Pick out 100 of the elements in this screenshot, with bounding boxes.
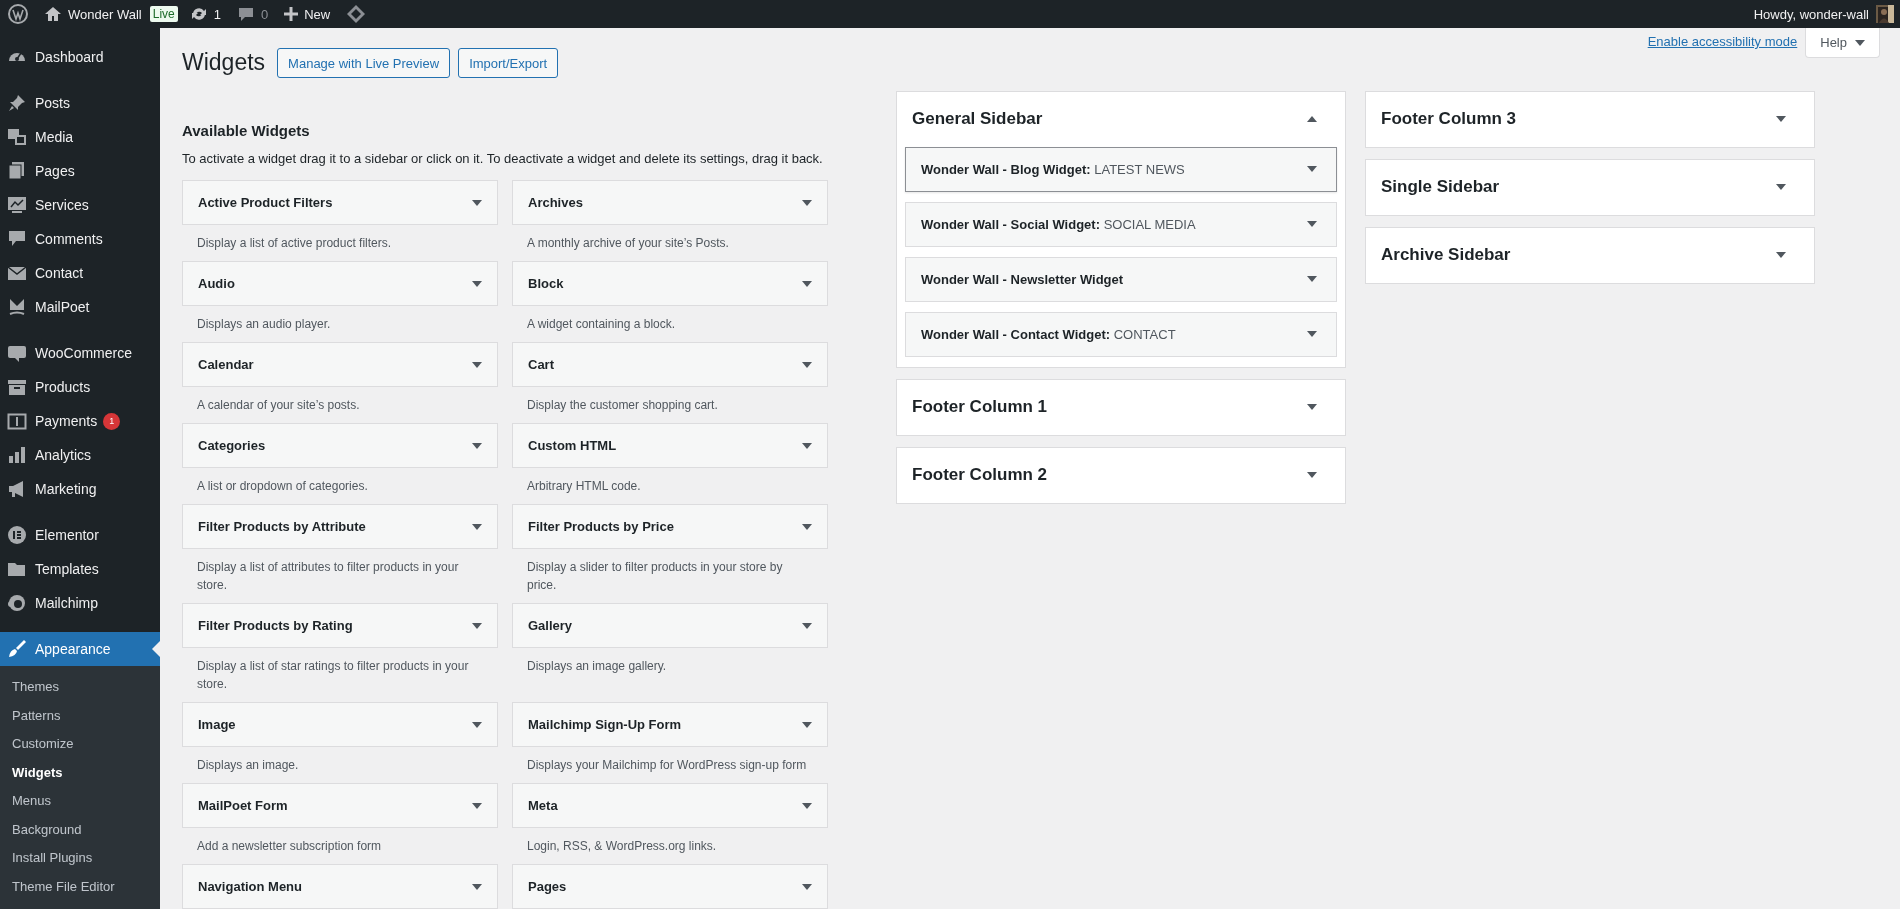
caret-icon xyxy=(802,622,812,629)
live-badge: Live xyxy=(149,6,178,22)
widget-item[interactable]: Pages xyxy=(512,864,828,909)
widget-item[interactable]: Categories xyxy=(182,423,498,468)
monitor-chart-icon xyxy=(7,195,27,215)
widget-item[interactable]: Mailchimp Sign-Up Form xyxy=(512,702,828,747)
comments-link[interactable]: 0 xyxy=(228,0,277,28)
monkey-head-icon xyxy=(7,593,27,613)
caret-icon xyxy=(1307,116,1317,123)
menu-item[interactable]: Services xyxy=(0,188,160,222)
plus-icon xyxy=(284,7,299,21)
widget-item[interactable]: Navigation Menu xyxy=(182,864,498,909)
submenu-item[interactable]: Widgets xyxy=(0,758,160,787)
widget-item[interactable]: Meta xyxy=(512,783,828,828)
caret-icon xyxy=(1776,252,1786,259)
sidebar-header[interactable]: Footer Column 1 xyxy=(897,379,1345,435)
widget-description: A widget containing a block. xyxy=(526,316,677,333)
caret-icon xyxy=(472,361,482,368)
widget-item[interactable]: Active Product Filters xyxy=(182,180,498,225)
submenu-item[interactable]: Themes xyxy=(0,673,160,702)
speech-bubble-icon xyxy=(236,6,255,22)
refresh-icon xyxy=(189,6,208,22)
caret-icon xyxy=(1776,116,1786,123)
menu-item[interactable]: Dashboard xyxy=(0,40,160,74)
widget-description: Displays an image gallery. xyxy=(526,658,668,675)
new-content-link[interactable]: New xyxy=(276,0,339,28)
menu-item[interactable]: MailPoet xyxy=(0,290,160,324)
dollar-card-icon xyxy=(7,411,27,431)
caret-icon xyxy=(802,442,812,449)
menu-item[interactable]: Appearance xyxy=(0,632,160,666)
widget-item[interactable]: Gallery xyxy=(512,603,828,648)
sidebar-header[interactable]: Footer Column 3 xyxy=(1366,91,1814,147)
menu-item[interactable]: Mailchimp xyxy=(0,586,160,620)
pushpin-icon xyxy=(7,93,27,113)
widget-description: Displays your Mailchimp for WordPress sign-up form xyxy=(526,757,808,774)
accessibility-link[interactable]: Enable accessibility mode xyxy=(1647,34,1798,49)
submenu-item[interactable]: Theme File Editor xyxy=(0,872,160,901)
caret-icon xyxy=(802,280,812,287)
menu-item[interactable]: Contact xyxy=(0,256,160,290)
submenu-item[interactable]: Customize xyxy=(0,730,160,759)
caret-icon xyxy=(1307,472,1317,479)
widget-item[interactable]: Wonder Wall - Social Widget: SOCIAL MEDIA xyxy=(905,201,1337,247)
sidebar-header[interactable]: Single Sidebar xyxy=(1366,159,1814,215)
caret-icon xyxy=(802,361,812,368)
widget-item[interactable]: Wonder Wall - Newsletter Widget xyxy=(905,256,1337,302)
header-button[interactable]: Manage with Live Preview xyxy=(277,48,451,78)
widget-item[interactable]: Wonder Wall - Contact Widget: CONTACT xyxy=(905,311,1337,357)
sidebar-header[interactable]: General Sidebar xyxy=(897,91,1345,147)
widget-item[interactable]: Filter Products by Price xyxy=(512,504,828,549)
menu-item[interactable]: WooCommerce xyxy=(0,336,160,370)
widget-item[interactable]: Custom HTML xyxy=(512,423,828,468)
widget-description: Display a list of attributes to filter products in your store. xyxy=(196,559,460,594)
submenu-item[interactable]: Menus xyxy=(0,787,160,816)
help-tab[interactable]: Help xyxy=(1805,28,1880,58)
widget-description: Displays an image. xyxy=(196,757,300,774)
widget-item[interactable]: Calendar xyxy=(182,342,498,387)
caret-icon xyxy=(472,802,482,809)
widget-item[interactable]: Audio xyxy=(182,261,498,306)
update-count: 1 xyxy=(213,6,221,22)
widget-description: Arbitrary HTML code. xyxy=(526,478,642,495)
widget-item[interactable]: MailPoet Form xyxy=(182,783,498,828)
widget-item[interactable]: Archives xyxy=(512,180,828,225)
widget-description: A list or dropdown of categories. xyxy=(196,478,369,495)
account-link[interactable]: Howdy, wonder-wall xyxy=(1753,0,1900,28)
site-name-link[interactable]: Wonder Wall xyxy=(36,0,150,28)
menu-item[interactable]: Pages xyxy=(0,154,160,188)
chat-bubble-icon xyxy=(7,343,27,363)
widget-item[interactable]: Filter Products by Rating xyxy=(182,603,498,648)
submenu-item[interactable]: Background xyxy=(0,815,160,844)
menu-item[interactable]: Payments 1 xyxy=(0,404,160,438)
submenu-item[interactable]: Install Plugins xyxy=(0,844,160,873)
caret-icon xyxy=(472,721,482,728)
caret-icon xyxy=(802,802,812,809)
widget-item[interactable]: Cart xyxy=(512,342,828,387)
bar-chart-icon xyxy=(7,445,27,465)
diamond-icon[interactable] xyxy=(346,4,367,24)
menu-item[interactable]: Products xyxy=(0,370,160,404)
updates-link[interactable]: 1 xyxy=(181,0,229,28)
menu-item[interactable]: Analytics xyxy=(0,438,160,472)
circle-logo-icon xyxy=(7,525,27,545)
header-button[interactable]: Import/Export xyxy=(458,48,559,78)
sidebar-header[interactable]: Footer Column 2 xyxy=(897,447,1345,503)
page-title: Widgets xyxy=(182,48,266,77)
menu-item[interactable]: Templates xyxy=(0,552,160,586)
menu-item[interactable]: Marketing xyxy=(0,472,160,506)
submenu-item[interactable]: Patterns xyxy=(0,701,160,730)
widget-item[interactable]: Block xyxy=(512,261,828,306)
widget-description: Display the customer shopping cart. xyxy=(526,397,719,414)
sidebar-header[interactable]: Archive Sidebar xyxy=(1366,227,1814,283)
caret-icon xyxy=(472,523,482,530)
wordpress-logo-icon[interactable] xyxy=(8,4,28,24)
menu-item[interactable]: Comments xyxy=(0,222,160,256)
menu-item[interactable]: Posts xyxy=(0,86,160,120)
caret-icon xyxy=(1307,331,1317,338)
widget-item[interactable]: Wonder Wall - Blog Widget: LATEST NEWS xyxy=(905,146,1337,192)
pages-icon xyxy=(7,161,27,181)
menu-item[interactable]: Elementor xyxy=(0,518,160,552)
widget-item[interactable]: Filter Products by Attribute xyxy=(182,504,498,549)
menu-item[interactable]: Media xyxy=(0,120,160,154)
widget-item[interactable]: Image xyxy=(182,702,498,747)
